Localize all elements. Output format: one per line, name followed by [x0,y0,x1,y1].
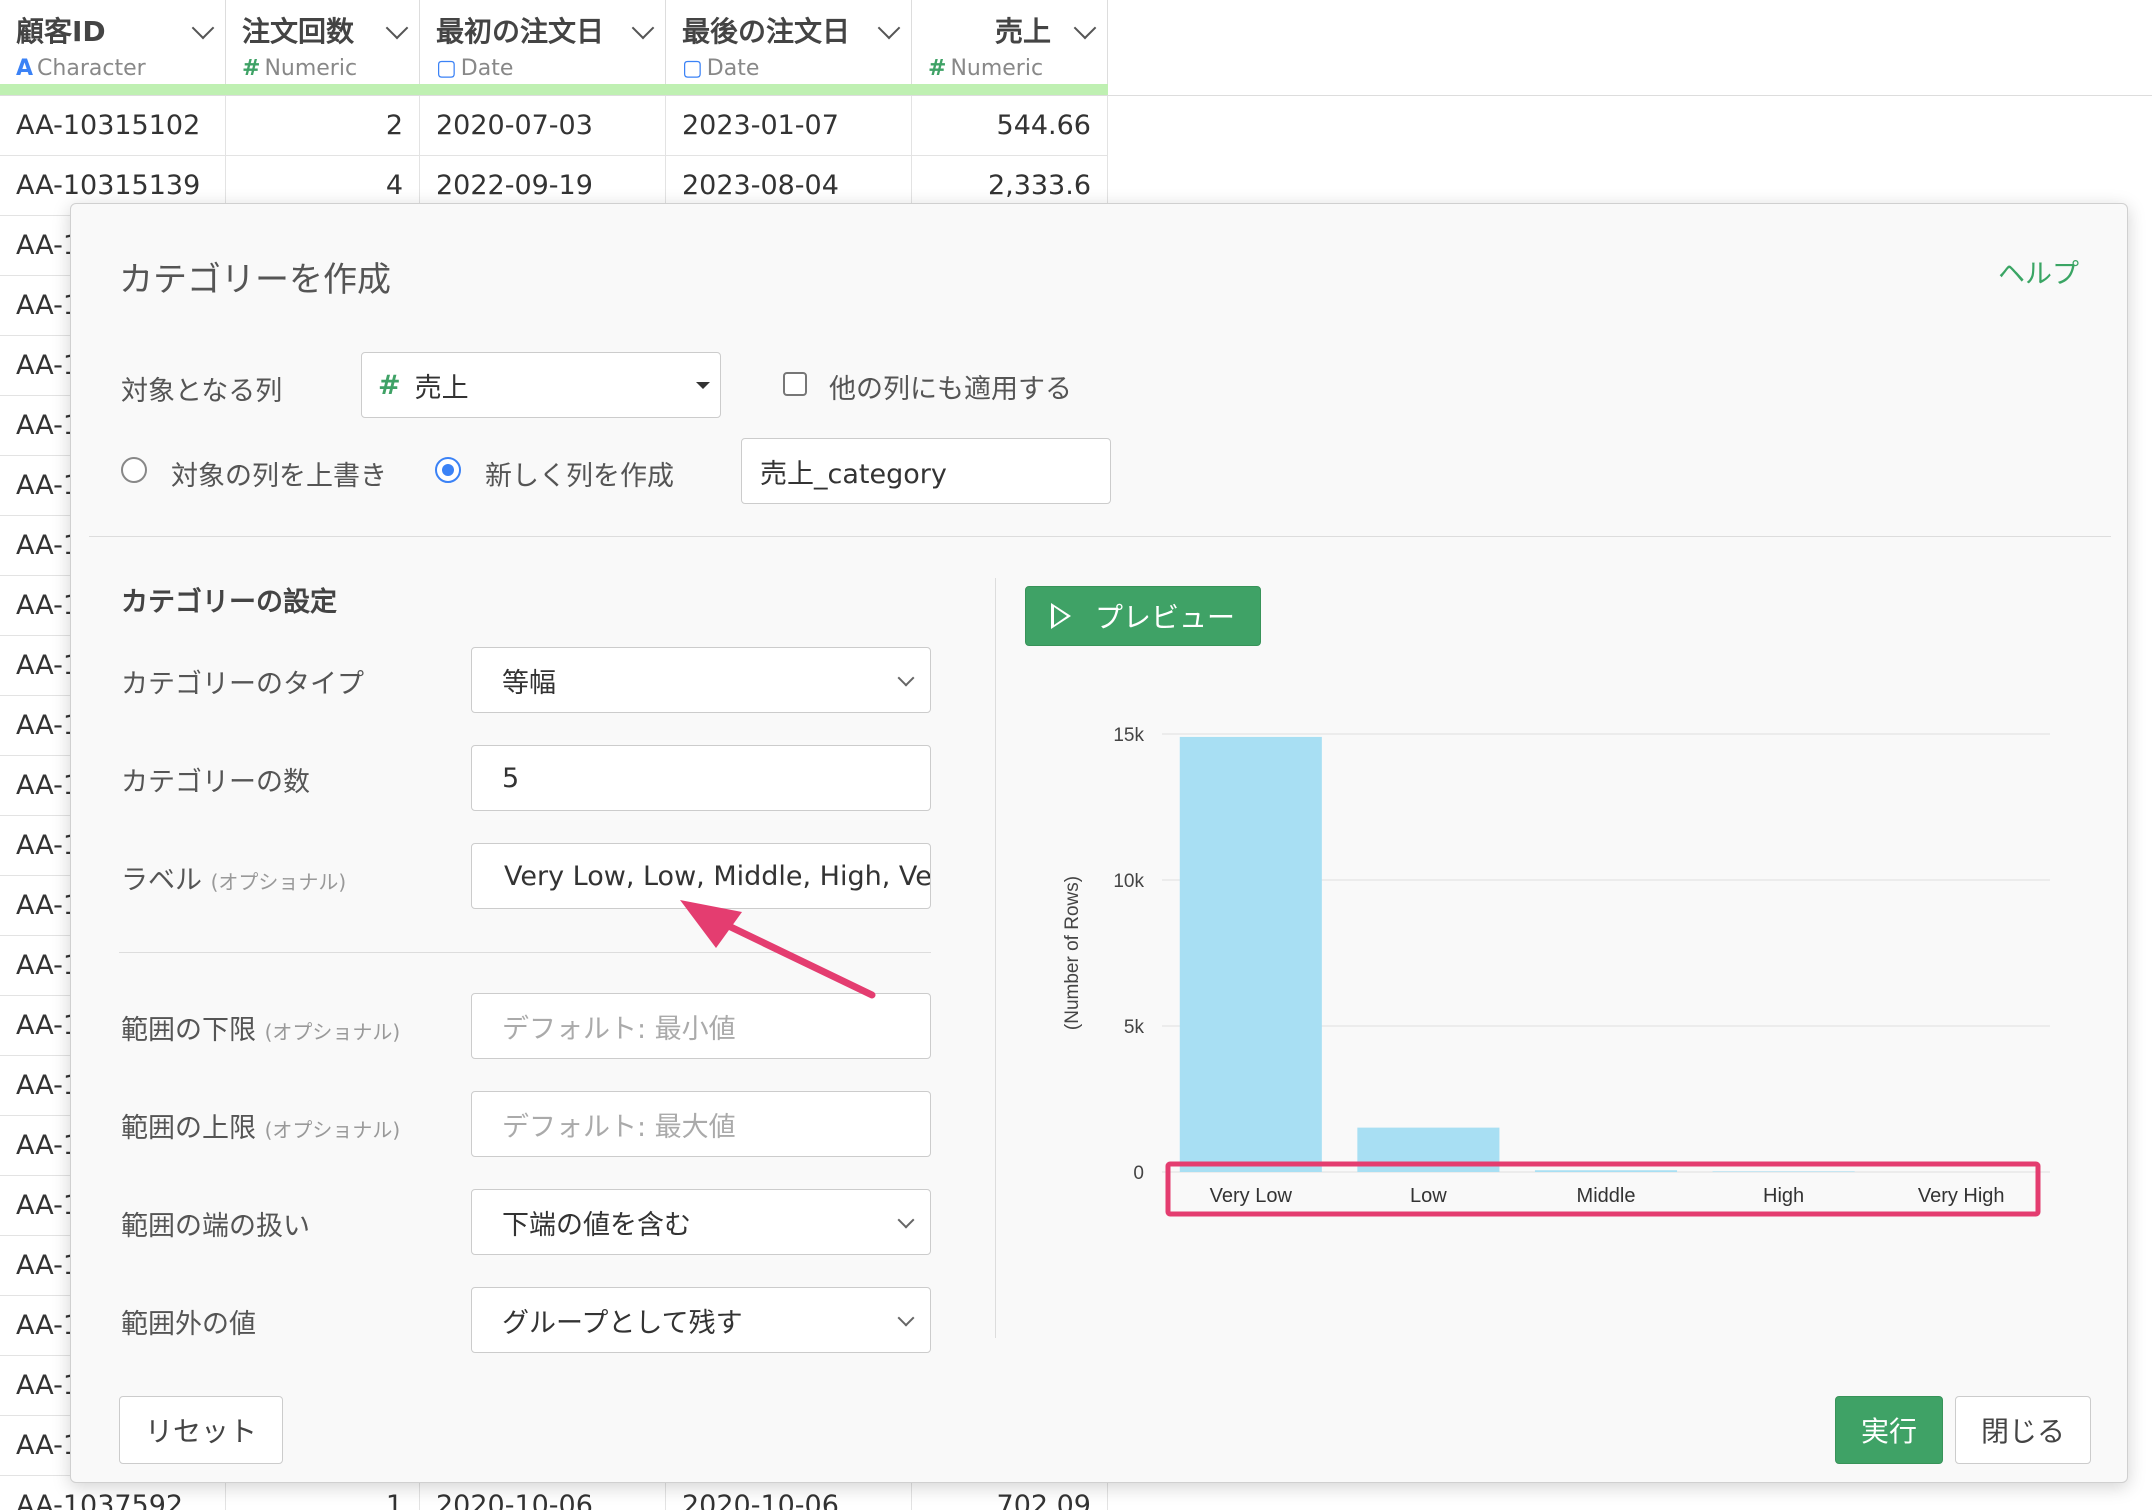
y-tick-label: 5k [1124,1017,1145,1038]
x-tick-label: Very Low [1210,1185,1293,1207]
annotation-arrow-head [680,900,742,948]
preview-chart: 0 5k 10k 15k (Number of Rows) Very Low Low Midd… [680,725,2050,1217]
chart-bar [1179,736,1322,1172]
x-tick-label: High [1763,1185,1804,1207]
y-tick-label: 15k [1113,725,1144,746]
x-tick-label: Middle [1577,1185,1636,1207]
y-tick-label: 0 [1133,1163,1144,1184]
y-tick-label: 10k [1113,871,1144,892]
chart-bar [1712,1171,1855,1172]
chart-bar [1534,1170,1678,1172]
y-axis-label: (Number of Rows) [1062,876,1083,1030]
x-tick-label: Very High [1918,1185,2005,1207]
annotation-arrow-shaft [708,914,876,999]
x-tick-label: Low [1410,1185,1447,1207]
